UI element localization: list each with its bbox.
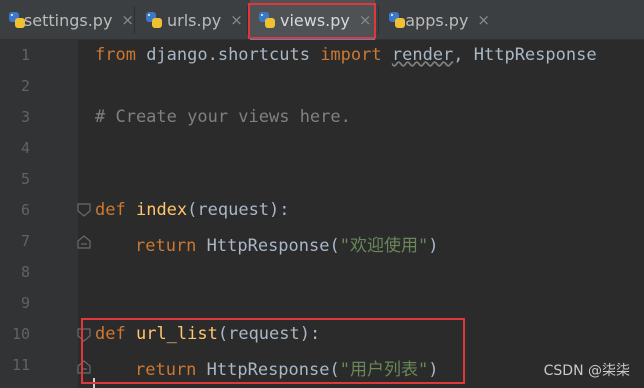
module-name: django.shortcuts <box>135 45 321 65</box>
close-icon[interactable]: × <box>230 11 243 29</box>
string-literal: "欢迎使用" <box>339 236 429 256</box>
keyword: import <box>320 45 382 65</box>
line-number: 9 <box>20 294 30 312</box>
tab-label: urls.py <box>167 10 222 30</box>
line-number: 5 <box>20 170 30 188</box>
function-args: (request): <box>187 200 290 220</box>
line-number: 7 <box>20 232 30 250</box>
tab-apps-py[interactable]: apps.py × <box>380 0 490 40</box>
tab-urls-py[interactable]: urls.py × <box>137 0 247 40</box>
tab-separator <box>378 6 379 34</box>
fold-end-icon[interactable] <box>77 235 91 249</box>
tab-label: apps.py <box>405 10 469 30</box>
python-file-icon <box>145 11 163 29</box>
line-number: 10 <box>11 325 30 343</box>
code-line-1: from django.shortcuts import render, Htt… <box>95 45 597 76</box>
function-name: index <box>135 200 188 220</box>
line-number-gutter: 1 2 3 4 5 6 7 8 9 10 11 <box>0 40 78 388</box>
line-number: 4 <box>20 139 30 157</box>
call: HttpResponse( <box>196 236 340 256</box>
close-icon[interactable]: × <box>477 11 490 29</box>
line-number: 11 <box>11 356 30 374</box>
comment: # Create your views here. <box>95 107 351 127</box>
close-icon[interactable]: × <box>121 11 134 29</box>
import-rest: , HttpResponse <box>453 45 597 65</box>
python-file-icon <box>388 11 405 29</box>
keyword: def <box>95 200 126 220</box>
line-number: 6 <box>20 201 30 219</box>
keyword: from <box>95 45 136 65</box>
keyword: return <box>135 236 197 256</box>
tab-settings-py[interactable]: settings.py × <box>0 0 134 40</box>
python-file-icon <box>8 11 25 29</box>
code-line-7: return HttpResponse("欢迎使用") <box>135 231 438 262</box>
function-highlight-box <box>81 318 465 384</box>
line-number: 3 <box>20 108 30 126</box>
line-number: 8 <box>20 263 30 281</box>
line-number: 2 <box>20 77 30 95</box>
line-number: 1 <box>20 46 30 64</box>
code-line-6: def index(request): <box>95 200 290 231</box>
tab-label: settings.py <box>23 10 113 30</box>
unused-import: render <box>391 45 454 65</box>
call-end: ) <box>428 236 439 256</box>
watermark: CSDN @柒柒 <box>543 363 630 379</box>
fold-start-icon[interactable] <box>77 203 91 217</box>
code-line-3: # Create your views here. <box>95 107 351 138</box>
tab-separator <box>134 6 135 34</box>
active-tab-highlight-box <box>248 3 376 39</box>
